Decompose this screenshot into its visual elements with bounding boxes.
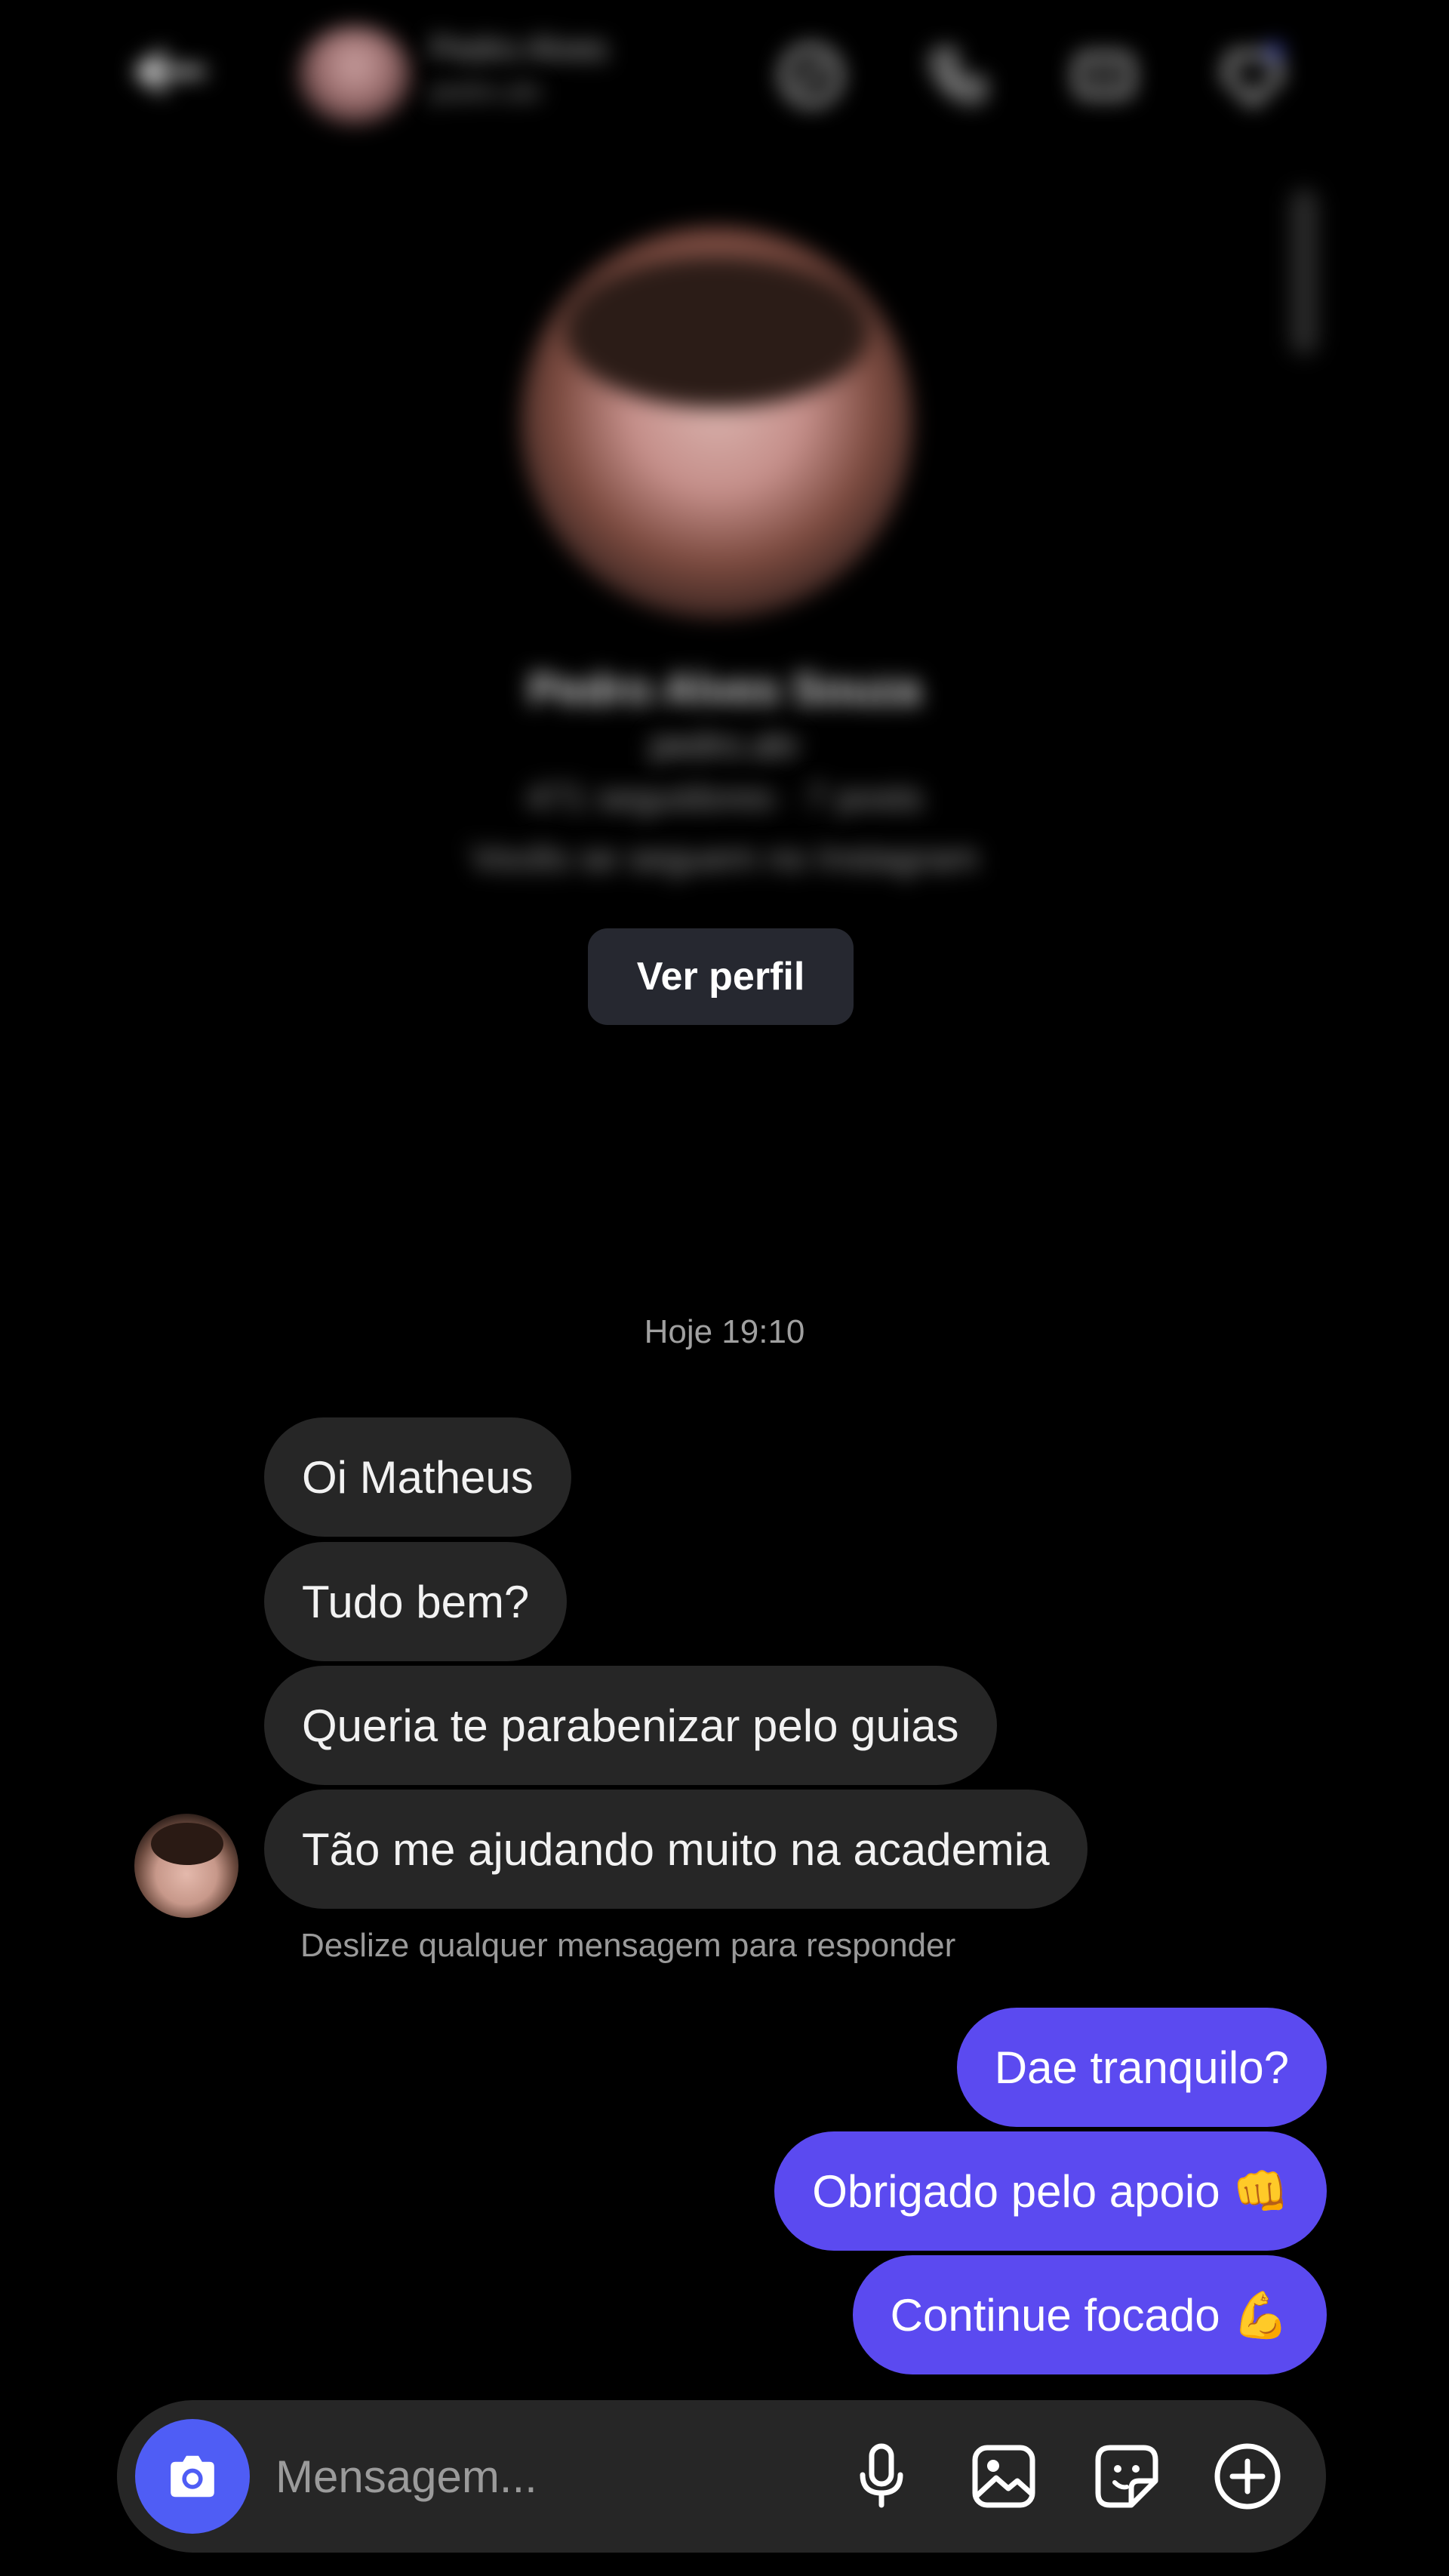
conversation-header: Pedro Alves pedro.alv (0, 0, 1449, 151)
message-input[interactable]: Mensagem... (275, 2400, 879, 2553)
view-profile-button[interactable]: Ver perfil (588, 928, 854, 1025)
header-contact-username[interactable]: pedro.alv (430, 75, 542, 107)
link-icon (781, 45, 841, 106)
phone-icon (931, 49, 985, 103)
call-button[interactable] (902, 19, 1015, 132)
header-contact-name[interactable]: Pedro Alves (430, 30, 608, 68)
received-message[interactable]: Tudo bem? (264, 1542, 568, 1661)
message-timestamp: Hoje 19:10 (644, 1313, 805, 1350)
gem-icon (1223, 44, 1283, 106)
contact-avatar[interactable] (134, 1814, 238, 1918)
video-call-button[interactable] (1048, 19, 1161, 132)
sticker-button[interactable] (1085, 2435, 1168, 2518)
back-arrow-icon (136, 51, 205, 92)
received-message[interactable]: Oi Matheus (264, 1417, 571, 1537)
message-composer: Mensagem... (117, 2400, 1326, 2553)
camera-button[interactable] (135, 2419, 250, 2534)
sticker-icon (1095, 2445, 1158, 2508)
scroll-indicator[interactable] (1291, 189, 1318, 355)
add-button[interactable] (1206, 2435, 1289, 2518)
header-avatar[interactable] (298, 26, 411, 125)
gallery-button[interactable] (962, 2435, 1045, 2518)
received-message[interactable]: Queria te parabenizar pelo guias (264, 1666, 997, 1785)
voice-message-button[interactable] (840, 2435, 923, 2518)
video-icon (1075, 54, 1133, 97)
profile-stats: 471 seguidores · 7 posts (526, 778, 923, 818)
received-message[interactable]: Tão me ajudando muito na academia (264, 1790, 1088, 1909)
gem-button[interactable] (1196, 19, 1309, 132)
link-button[interactable] (755, 19, 868, 132)
back-button[interactable] (121, 30, 219, 113)
profile-name: Pedro Alves Souza (528, 665, 921, 714)
camera-icon (171, 2455, 214, 2498)
sent-message[interactable]: Dae tranquilo? (956, 2008, 1327, 2127)
sent-message[interactable]: Obrigado pelo apoio 👊 (774, 2131, 1327, 2251)
microphone-icon (860, 2443, 903, 2508)
add-icon (1214, 2443, 1281, 2510)
profile-follow-note: Vocês se seguem no Instagram (470, 839, 979, 879)
profile-avatar[interactable] (521, 226, 913, 619)
sent-message[interactable]: Continue focado 💪 (852, 2255, 1327, 2374)
profile-username: pedro.alv (650, 725, 799, 765)
gallery-icon (972, 2445, 1035, 2508)
swipe-reply-hint: Deslize qualquer mensagem para responder (300, 1927, 956, 1964)
